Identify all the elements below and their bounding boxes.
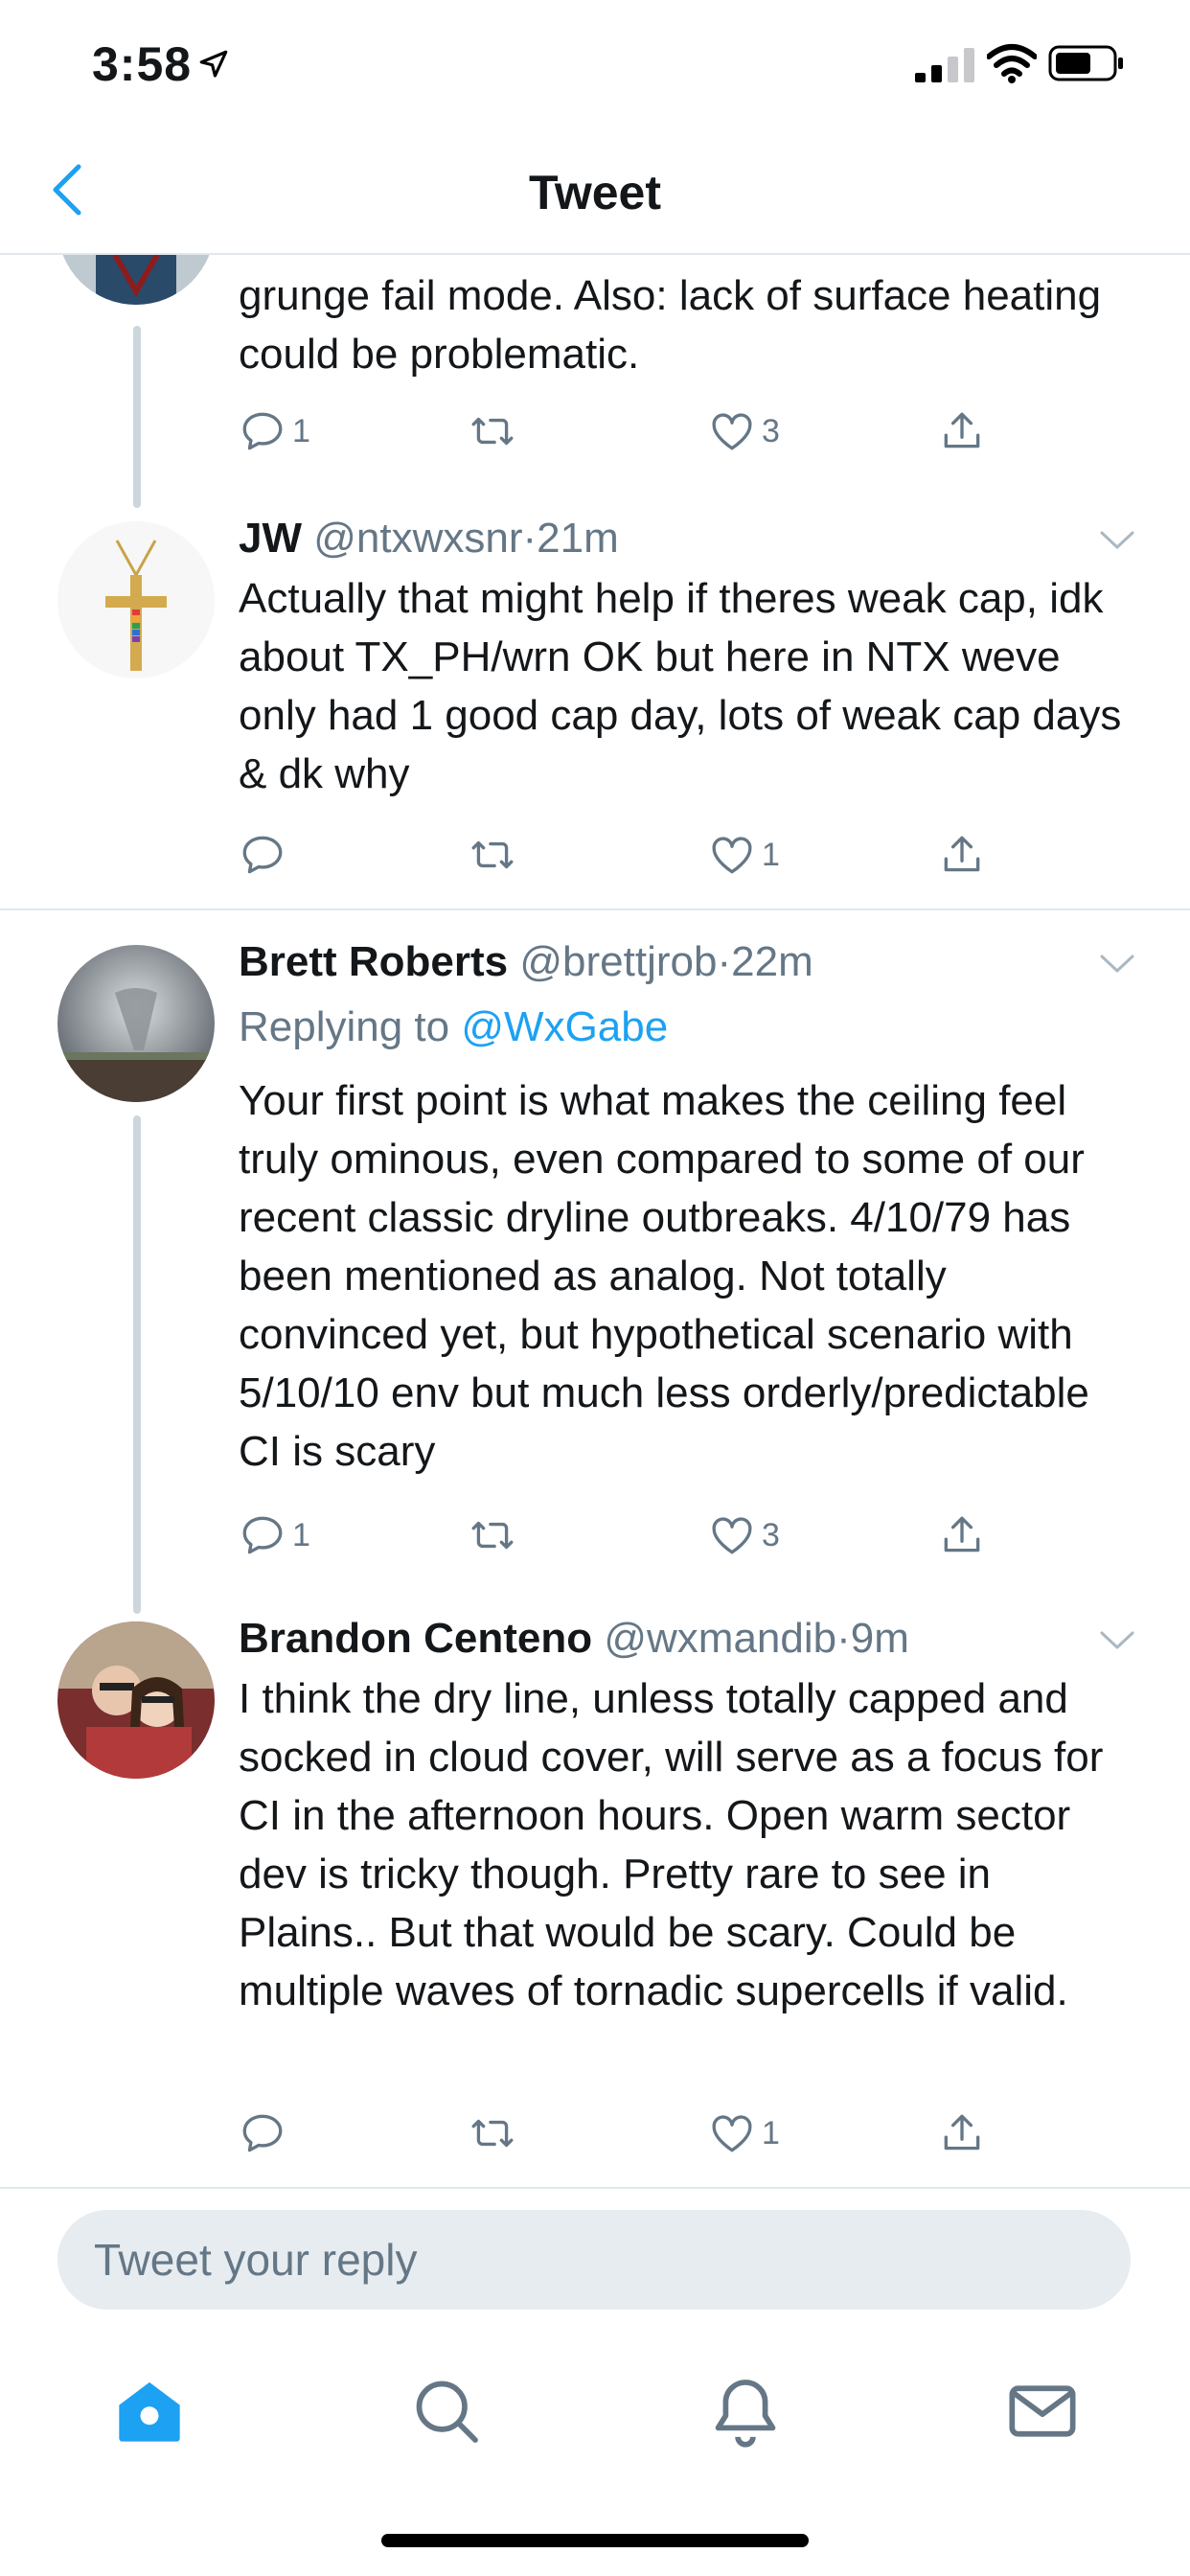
- notifications-icon[interactable]: [709, 2375, 782, 2448]
- retweet-icon: [471, 417, 514, 446]
- retweet-button[interactable]: [469, 1506, 516, 1564]
- conversation-divider: [0, 908, 1190, 910]
- display-name[interactable]: JW: [239, 515, 302, 562]
- chevron-down-icon[interactable]: [1098, 1629, 1136, 1652]
- cellular-signal-icon: [915, 48, 974, 82]
- reply-icon: [242, 836, 283, 874]
- messages-icon[interactable]: [1006, 2375, 1079, 2448]
- like-count: 1: [762, 836, 780, 873]
- display-name[interactable]: Brandon Centeno: [239, 1615, 592, 1662]
- avatar[interactable]: [57, 945, 215, 1102]
- tweet-text: grunge fail mode. Also: lack of surface …: [239, 272, 1102, 378]
- retweet-button[interactable]: [469, 826, 516, 884]
- user-handle[interactable]: @brettjrob: [519, 938, 717, 985]
- tweet-header: Brandon Centeno @wxmandib·9m: [239, 1612, 909, 1666]
- tab-bar: [0, 2338, 1190, 2472]
- like-count: 1: [762, 2114, 780, 2151]
- tweet-text: I think the dry line, unless totally cap…: [239, 1675, 1104, 2014]
- home-indicator: [381, 2534, 809, 2547]
- search-icon[interactable]: [410, 2375, 483, 2448]
- retweet-icon: [471, 840, 514, 869]
- page-title: Tweet: [529, 166, 661, 219]
- like-count: 3: [762, 412, 780, 449]
- timestamp: 22m: [731, 938, 813, 985]
- reply-button[interactable]: 1: [239, 402, 310, 460]
- home-icon[interactable]: [113, 2375, 186, 2448]
- share-button[interactable]: [938, 402, 986, 460]
- chevron-down-icon[interactable]: [1098, 953, 1136, 976]
- share-button[interactable]: [938, 1506, 986, 1564]
- tweet-actions: 1 3: [239, 1506, 986, 1564]
- like-button[interactable]: 3: [708, 402, 780, 460]
- avatar[interactable]: [57, 521, 215, 678]
- timestamp: 21m: [537, 515, 619, 562]
- share-icon: [944, 412, 980, 448]
- tweet-text: Actually that might help if theres weak …: [239, 575, 1122, 797]
- tweet-actions: 1: [239, 2104, 986, 2162]
- thread-line: [133, 326, 141, 508]
- reply-count: 1: [292, 412, 310, 449]
- heart-icon: [712, 1517, 752, 1554]
- heart-icon: [712, 413, 752, 450]
- display-name[interactable]: Brett Roberts: [239, 938, 508, 985]
- replying-to: Replying to @WxGabe: [239, 1000, 668, 1054]
- share-icon: [944, 2114, 980, 2150]
- battery-icon: [1048, 45, 1123, 81]
- status-time: 3:58: [92, 37, 193, 91]
- tweet-header: Brett Roberts @brettjrob·22m: [239, 935, 813, 989]
- user-handle[interactable]: @ntxwxsnr: [313, 515, 522, 562]
- retweet-button[interactable]: [469, 2104, 516, 2162]
- like-count: 3: [762, 1516, 780, 1553]
- reply-input[interactable]: [57, 2210, 1131, 2310]
- like-button[interactable]: 3: [708, 1506, 780, 1564]
- reply-button[interactable]: 1: [239, 1506, 310, 1564]
- location-arrow-icon: [199, 50, 228, 78]
- avatar[interactable]: [57, 253, 215, 305]
- status-bar: 3:58: [0, 0, 1190, 125]
- reply-icon: [242, 412, 283, 450]
- reply-icon: [242, 2114, 283, 2152]
- tweet-header: JW @ntxwxsnr·21m: [239, 512, 619, 565]
- like-button[interactable]: 1: [708, 826, 780, 884]
- tweet-actions: 1: [239, 826, 986, 884]
- separator-dot: ·: [522, 515, 538, 562]
- share-icon: [944, 1516, 980, 1552]
- reply-count: 1: [292, 1516, 310, 1553]
- tweet-thread[interactable]: grunge fail mode. Also: lack of surface …: [0, 253, 1190, 2187]
- reply-composer: [0, 2187, 1190, 2310]
- reply-icon: [242, 1516, 283, 1554]
- timestamp: 9m: [850, 1615, 909, 1662]
- tweet-actions: 1 3: [239, 402, 986, 460]
- share-button[interactable]: [938, 826, 986, 884]
- thread-line: [133, 1116, 141, 1614]
- like-button[interactable]: 1: [708, 2104, 780, 2162]
- avatar[interactable]: [57, 1622, 215, 1779]
- replying-to-label: Replying to: [239, 1003, 450, 1050]
- tweet-text: Your first point is what makes the ceili…: [239, 1077, 1089, 1475]
- retweet-icon: [471, 1521, 514, 1550]
- separator-dot: ·: [836, 1615, 851, 1662]
- separator-dot: ·: [717, 938, 732, 985]
- replying-to-mention[interactable]: @WxGabe: [461, 1003, 668, 1050]
- user-handle[interactable]: @wxmandib: [604, 1615, 836, 1662]
- chevron-down-icon[interactable]: [1098, 529, 1136, 552]
- reply-button[interactable]: [239, 826, 286, 884]
- retweet-icon: [471, 2119, 514, 2148]
- share-icon: [944, 836, 980, 872]
- retweet-button[interactable]: [469, 402, 516, 460]
- heart-icon: [712, 2115, 752, 2152]
- nav-bar: Tweet: [0, 125, 1190, 255]
- reply-button[interactable]: [239, 2104, 286, 2162]
- share-button[interactable]: [938, 2104, 986, 2162]
- heart-icon: [712, 837, 752, 874]
- wifi-icon: [987, 44, 1037, 83]
